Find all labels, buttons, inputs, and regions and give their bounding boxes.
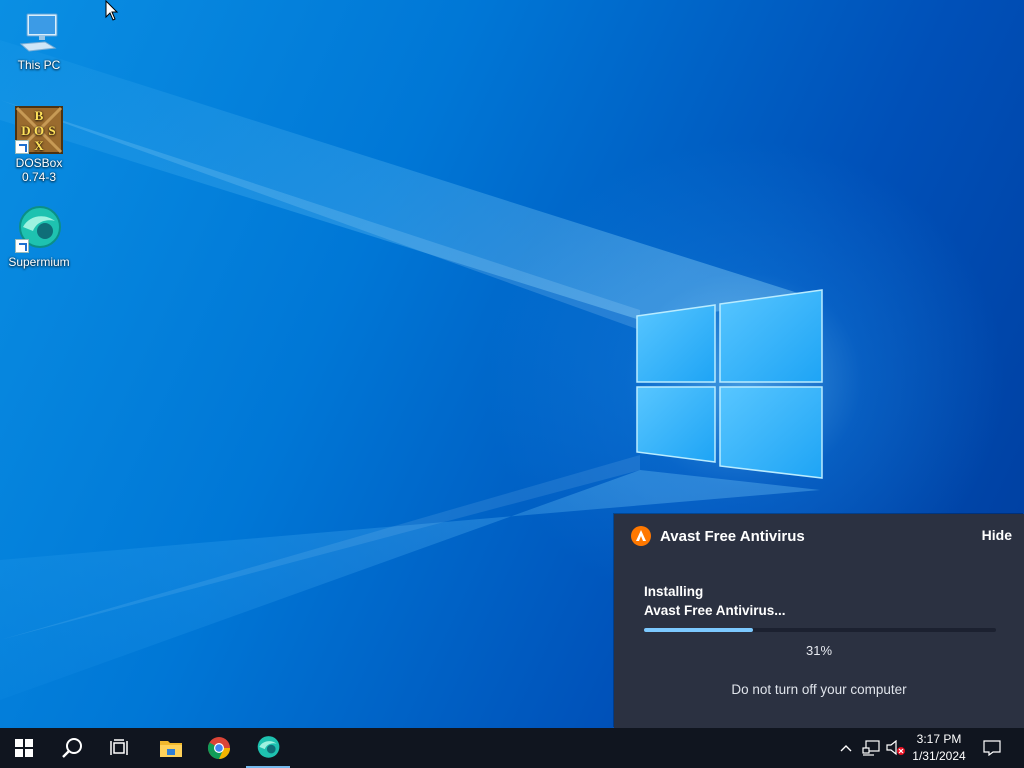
- desktop-icon-dosbox[interactable]: B D O S X DOSBox 0.74-3: [4, 106, 74, 184]
- taskbar-file-explorer[interactable]: [148, 728, 194, 768]
- dosbox-letter: O: [34, 123, 44, 138]
- shortcut-arrow-icon: [15, 140, 29, 154]
- windows-start-icon: [15, 739, 33, 757]
- network-button[interactable]: [860, 728, 882, 768]
- hide-button[interactable]: Hide: [982, 527, 1012, 543]
- install-progress-fill: [644, 628, 754, 632]
- install-status: Installing Avast Free Antivirus...: [644, 582, 786, 620]
- avast-install-panel: Avast Free Antivirus Hide Installing Ava…: [614, 514, 1024, 728]
- notification-icon: [983, 740, 1001, 756]
- supermium-icon: [257, 736, 280, 758]
- supermium-icon: [15, 205, 63, 253]
- mouse-cursor-icon: [105, 0, 119, 21]
- install-status-line: Installing: [644, 584, 704, 599]
- file-explorer-icon: [160, 741, 182, 757]
- taskbar-supermium[interactable]: [246, 728, 290, 768]
- desktop-icon-label: DOSBox: [15, 156, 63, 170]
- search-icon: [62, 738, 82, 758]
- dosbox-letter: B: [35, 108, 44, 123]
- task-view-icon: [110, 739, 128, 755]
- desktop-icon-this-pc[interactable]: This PC: [4, 8, 74, 72]
- taskbar-clock[interactable]: 3:17 PM 1/31/2024: [906, 731, 972, 765]
- network-icon: [862, 740, 880, 756]
- volume-muted-icon: [886, 740, 905, 756]
- computer-icon: [15, 8, 63, 56]
- action-center-button[interactable]: [978, 728, 1006, 768]
- task-view-button[interactable]: [96, 728, 144, 768]
- dosbox-letter: S: [48, 123, 55, 138]
- install-progress-bar: [644, 628, 996, 632]
- taskbar-chrome[interactable]: [196, 728, 242, 768]
- dosbox-letter: D: [21, 123, 30, 138]
- clock-time: 3:17 PM: [916, 732, 962, 746]
- install-warning-note: Do not turn off your computer: [731, 682, 907, 697]
- show-hidden-icons-button[interactable]: [836, 728, 856, 768]
- clock-date: 1/31/2024: [912, 749, 966, 763]
- volume-button[interactable]: [884, 728, 908, 768]
- desktop-icon-supermium[interactable]: Supermium: [4, 205, 74, 269]
- chevron-up-icon: [840, 745, 852, 752]
- dosbox-letter: X: [34, 138, 44, 153]
- start-button[interactable]: [0, 728, 48, 768]
- desktop-icon-label: This PC: [17, 58, 61, 72]
- desktop-icon-label: 0.74-3: [21, 170, 57, 184]
- avast-header: Avast Free Antivirus: [630, 525, 805, 547]
- chrome-icon: [208, 737, 230, 759]
- search-button[interactable]: [48, 728, 96, 768]
- shortcut-arrow-icon: [15, 239, 29, 253]
- dosbox-icon: B D O S X: [15, 106, 63, 154]
- taskbar: 3:17 PM 1/31/2024: [0, 728, 1024, 768]
- install-status-product: Avast Free Antivirus...: [644, 603, 786, 618]
- avast-logo-icon: [631, 526, 651, 546]
- install-progress-percent: 31%: [805, 643, 833, 658]
- avast-title: Avast Free Antivirus: [660, 527, 805, 545]
- desktop-icon-label: Supermium: [8, 255, 70, 269]
